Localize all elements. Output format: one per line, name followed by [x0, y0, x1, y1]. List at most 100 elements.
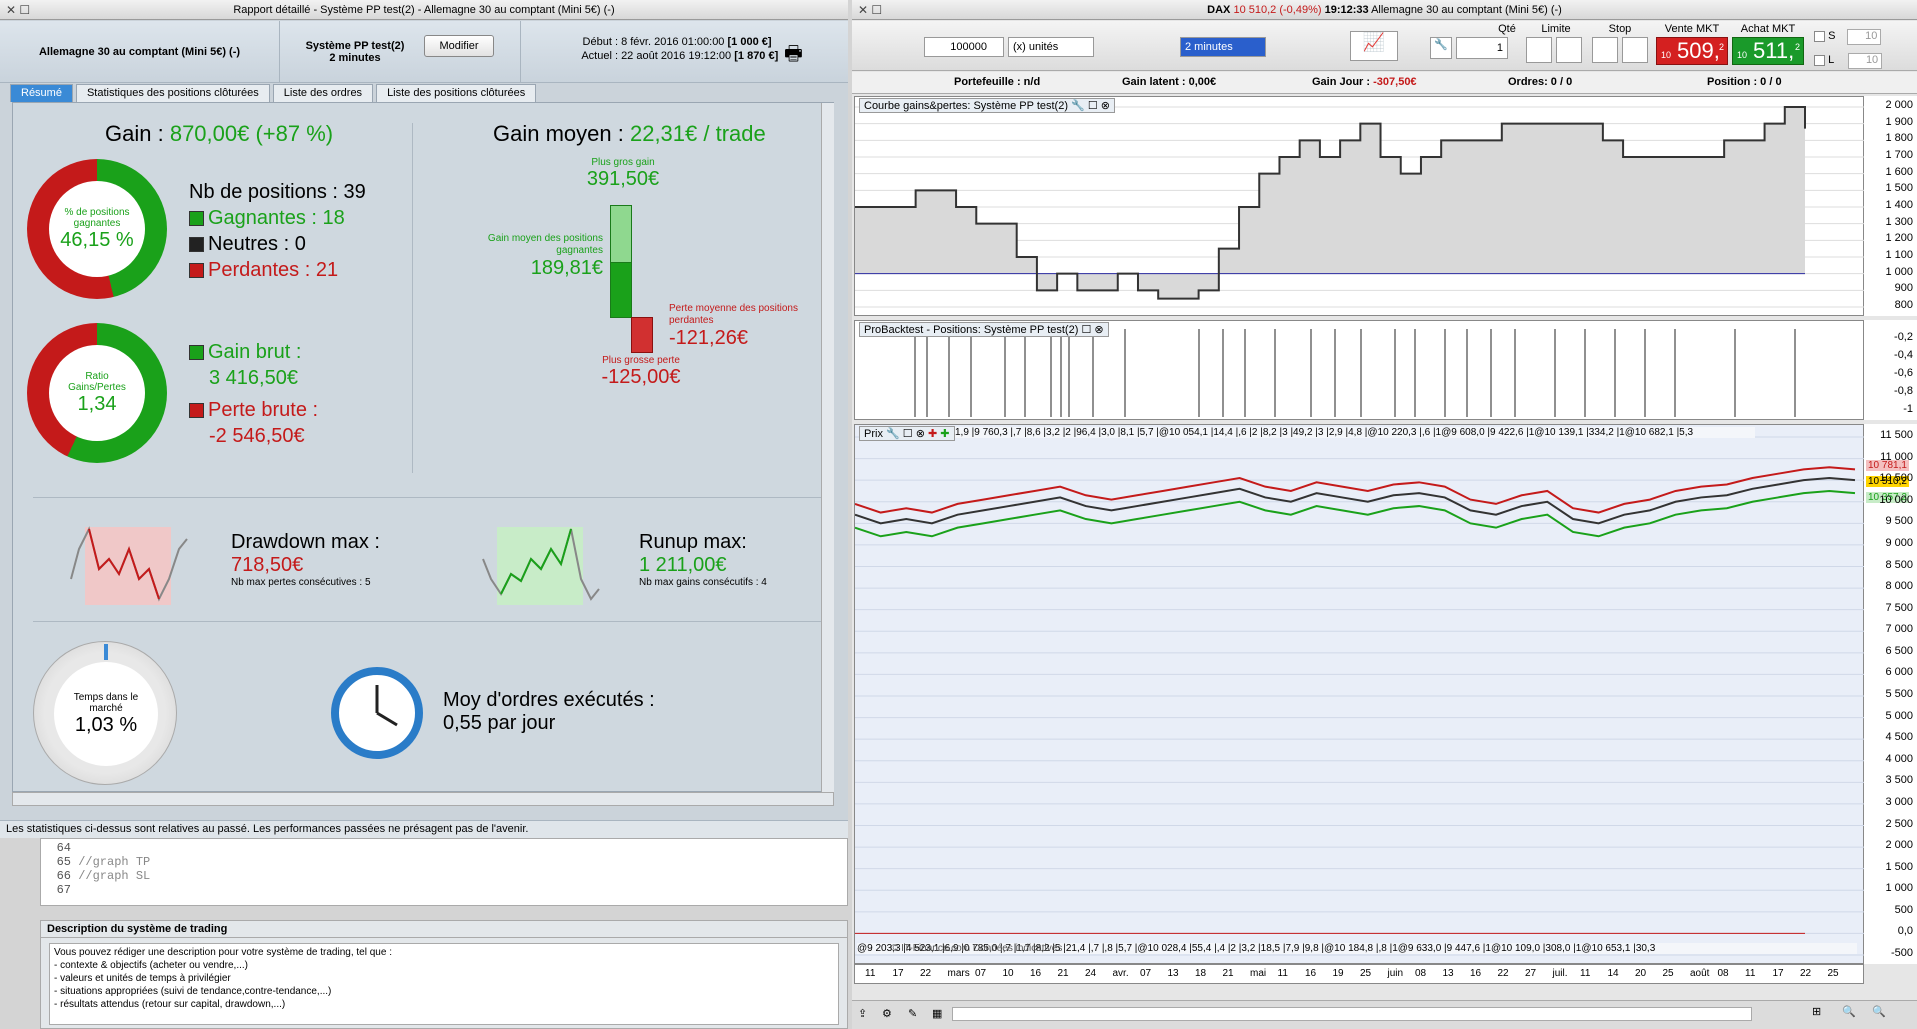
- ratio-ring: Ratio Gains/Pertes 1,34: [27, 323, 167, 463]
- maximize-icon[interactable]: ☐: [1088, 100, 1098, 112]
- buy-small: 10: [1737, 50, 1748, 60]
- positions-axis: -0,2 -0,4 -0,6 -0,8 -1: [1864, 320, 1917, 420]
- code-editor[interactable]: 64 65 //graph TP 66 //graph SL 67: [40, 838, 848, 906]
- equity-curve-pane[interactable]: Courbe gains&pertes: Système PP test(2) …: [854, 96, 1865, 316]
- stop-buy-icon[interactable]: [1592, 37, 1618, 63]
- close-pane-icon[interactable]: ⊗: [1101, 100, 1110, 112]
- close-pane-icon[interactable]: ⊗: [1094, 324, 1103, 336]
- zoom-out-icon[interactable]: 🔍: [1842, 1005, 1856, 1018]
- limit-sell-icon[interactable]: [1556, 37, 1582, 63]
- chart-window: ✕ ☐ DAX 10 510,2 (-0,49%) 19:12:33 Allem…: [852, 0, 1917, 1029]
- positions-pane[interactable]: ProBacktest - Positions: Système PP test…: [854, 320, 1864, 420]
- modify-button[interactable]: Modifier: [424, 35, 494, 57]
- s-input[interactable]: 10: [1847, 29, 1882, 45]
- title-rest: Allemagne 30 au comptant (Mini 5€) (-): [1371, 3, 1562, 16]
- tab-closed-stats[interactable]: Statistiques des positions clôturées: [75, 84, 270, 102]
- black-square-icon: [189, 237, 204, 253]
- chart-toolbar: 100000 (x) unités 2 minutes 📈 Qté 🔧 1 Li…: [852, 21, 1917, 71]
- chart-titlebar: ✕ ☐ DAX 10 510,2 (-0,49%) 19:12:33 Allem…: [852, 0, 1917, 20]
- axis-tick-label: 1 600: [1885, 165, 1913, 178]
- desc-title: Description du système de trading: [41, 921, 847, 938]
- positions-count: Nb de positions : 39 Gagnantes : 18 Neut…: [189, 179, 366, 283]
- date-tick-label: juil.: [1552, 968, 1568, 979]
- orders-label: Moy d'ordres exécutés :: [443, 689, 655, 711]
- neutral-count: Neutres : 0: [208, 233, 306, 255]
- layout-icon[interactable]: ▦: [932, 1007, 942, 1020]
- indicators-icon[interactable]: ⚙: [882, 1007, 892, 1020]
- units-select[interactable]: (x) unités: [1008, 37, 1094, 57]
- price-pane[interactable]: Prix 🔧 ☐ ⊗ ✚ ✚ 1,9 |9 760,3 |,7 |8,6 |3,…: [854, 424, 1865, 964]
- timeframe-select[interactable]: 2 minutes: [1180, 37, 1266, 57]
- qte-input[interactable]: 1: [1456, 37, 1508, 59]
- pane2-title: ProBacktest - Positions: Système PP test…: [859, 322, 1109, 337]
- stop-sell-icon[interactable]: [1622, 37, 1648, 63]
- wrench-icon[interactable]: 🔧: [1430, 37, 1452, 59]
- axis-tick-label: 0,0: [1897, 925, 1913, 938]
- horizontal-scrollbar[interactable]: [12, 792, 834, 806]
- buy-market-button[interactable]: 10 511, 2: [1732, 37, 1804, 65]
- green-square-icon: [189, 345, 204, 361]
- end-amount: [1 870 €]: [734, 50, 779, 62]
- wrench-icon[interactable]: 🔧: [1071, 100, 1085, 112]
- close-window-icon[interactable]: ✕ ☐: [6, 3, 30, 17]
- pct-winning-value: 46,15 %: [60, 228, 134, 251]
- buy-big: 511,: [1753, 38, 1795, 63]
- sell-small: 10: [1661, 50, 1672, 60]
- vertical-scrollbar[interactable]: [821, 103, 834, 793]
- date-tick-label: 22: [1800, 968, 1812, 979]
- drawdown-value: 718,50€: [231, 554, 304, 576]
- add-indicator-icon[interactable]: ✚: [928, 428, 937, 440]
- orders-count: Ordres: 0 / 0: [1508, 76, 1573, 88]
- l-label: L: [1828, 54, 1835, 66]
- price-svg: [854, 436, 1865, 956]
- drawing-icon[interactable]: ✎: [908, 1007, 917, 1020]
- maximize-icon[interactable]: ☐: [1081, 324, 1091, 336]
- axis-tick-label: 4 000: [1885, 752, 1913, 765]
- horizontal-divider: [33, 497, 823, 498]
- axis-tick-label: 11 500: [1880, 429, 1913, 441]
- chart-horizontal-scrollbar[interactable]: [952, 1007, 1752, 1021]
- l-input[interactable]: 10: [1848, 53, 1883, 69]
- title-price: 10 510,2 (-0,49%): [1233, 3, 1322, 16]
- export-icon[interactable]: ⇪: [858, 1007, 867, 1020]
- limit-buy-icon[interactable]: [1526, 37, 1552, 63]
- date-tick-label: mars: [947, 968, 970, 979]
- chart-type-icon[interactable]: 📈: [1350, 31, 1398, 61]
- quantity-input[interactable]: 100000: [924, 37, 1004, 57]
- close-window-icon[interactable]: ✕ ☐: [858, 3, 882, 17]
- date-tick-label: avr.: [1112, 968, 1129, 979]
- date-tick-label: 20: [1635, 968, 1647, 979]
- runup-value: 1 211,00€: [639, 554, 727, 576]
- tab-orders[interactable]: Liste des ordres: [272, 84, 374, 102]
- biggest-gain-value: 391,50€: [586, 168, 660, 190]
- sell-market-button[interactable]: 10 509, 2: [1656, 37, 1728, 65]
- zoom-in-icon[interactable]: 🔍: [1872, 1005, 1886, 1018]
- tab-summary[interactable]: Résumé: [10, 84, 73, 102]
- date-tick-label: 11: [1580, 968, 1591, 979]
- s-checkbox[interactable]: [1814, 30, 1825, 42]
- maximize-icon[interactable]: ☐: [903, 428, 913, 440]
- axis-tick-label: 1 000: [1885, 882, 1913, 895]
- desc-textarea[interactable]: Vous pouvez rédiger une description pour…: [49, 943, 839, 1025]
- tab-closed-positions[interactable]: Liste des positions clôturées: [376, 84, 537, 102]
- gross-loss-label: Perte brute :: [208, 399, 319, 421]
- axis-tick-label: 2 000: [1885, 99, 1913, 111]
- l-checkbox[interactable]: [1814, 54, 1825, 66]
- biggest-loss-label: Plus grosse perte: [602, 355, 680, 366]
- date-tick-label: 13: [1442, 968, 1454, 979]
- portfolio: Portefeuille : n/d: [954, 76, 1041, 88]
- axis-tick-label: 3 000: [1885, 795, 1913, 808]
- date-tick-label: 25: [1827, 968, 1839, 979]
- axis-tick-label: 2 000: [1885, 839, 1913, 852]
- zoom-fit-icon[interactable]: ⊞: [1812, 1005, 1821, 1018]
- add-order-icon[interactable]: ✚: [940, 428, 949, 440]
- close-pane-icon[interactable]: ⊗: [916, 428, 925, 440]
- equity-axis: 2 000 1 900 1 800 1 700 1 600 1 500 1 400 1 300…: [1864, 96, 1917, 316]
- max-losses: Nb max pertes consécutives : 5: [231, 577, 371, 588]
- print-icon[interactable]: 🖶: [784, 39, 803, 73]
- pane3-top-labels: 1,9 |9 760,3 |,7 |8,6 |3,2 |2 |96,4 |3,0…: [955, 427, 1755, 438]
- date-tick-label: 07: [1140, 968, 1152, 979]
- avg-losing: Perte moyenne des positions perdantes -1…: [669, 303, 829, 350]
- axis-tick-label: 1 800: [1885, 132, 1913, 145]
- wrench-icon[interactable]: 🔧: [886, 428, 900, 440]
